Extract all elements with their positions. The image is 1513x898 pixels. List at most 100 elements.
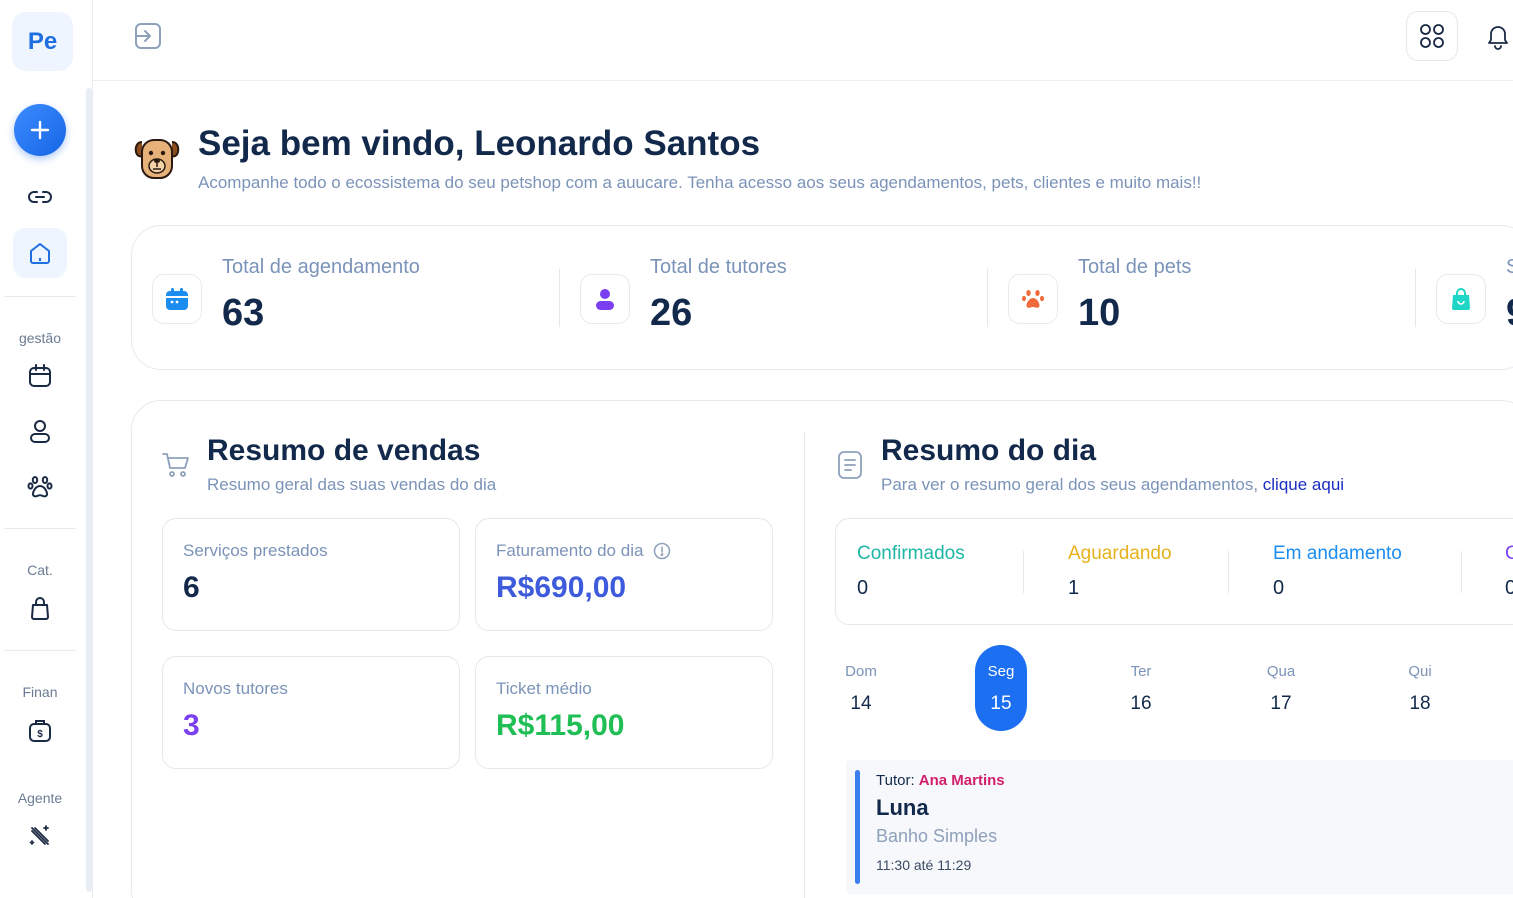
day-monday[interactable]: Seg 15	[975, 645, 1027, 731]
sidebar-item-finance[interactable]: $	[24, 714, 56, 746]
user-icon	[30, 420, 50, 443]
day-name: Ter	[1130, 663, 1152, 680]
appointment-card[interactable]: Tutor: Ana Martins Luna Banho Simples 11…	[846, 760, 1513, 894]
appointment-accent-bar	[855, 770, 860, 884]
card-label: Ticket médio	[496, 679, 592, 699]
sidebar-item-pets[interactable]	[24, 470, 56, 502]
sidebar-item-users[interactable]	[24, 415, 56, 447]
page-title: Seja bem vindo, Leonardo Santos	[198, 124, 761, 163]
collapse-sidebar-button[interactable]	[133, 20, 163, 57]
sidebar-item-home[interactable]	[13, 228, 67, 278]
card-label: Novos tutores	[183, 679, 288, 699]
card-label-text: Ticket médio	[496, 679, 592, 698]
day-tuesday[interactable]: Ter 16	[1115, 645, 1167, 731]
plus-icon	[30, 120, 50, 140]
card-label: Faturamento do dia	[496, 541, 671, 561]
notifications-button[interactable]	[1485, 22, 1511, 55]
status-divider	[1461, 551, 1462, 593]
stat-label: Total de tutores	[650, 256, 787, 278]
cart-icon	[161, 451, 191, 484]
stats-card: Total de agendamento 63 Total de tutores…	[131, 225, 1513, 370]
day-wednesday[interactable]: Qua 17	[1255, 645, 1307, 731]
appointment-service: Banho Simples	[876, 826, 998, 846]
card-novos-tutores: Novos tutores 3	[162, 656, 460, 769]
apps-button[interactable]	[1406, 11, 1458, 61]
sidebar-divider	[4, 650, 76, 651]
day-thursday[interactable]: Qui 18	[1394, 645, 1446, 731]
dia-subtitle: Para ver o resumo geral dos seus agendam…	[881, 475, 1344, 495]
stat-divider	[987, 269, 988, 327]
dia-subtitle-text: Para ver o resumo geral dos seus agendam…	[881, 475, 1259, 494]
day-number: 14	[850, 693, 872, 714]
info-icon[interactable]	[653, 542, 671, 560]
app-logo[interactable]: Pe	[12, 12, 73, 71]
sidebar-item-agent[interactable]	[24, 820, 56, 852]
card-label-text: Serviços prestados	[183, 541, 328, 560]
sidebar-divider	[4, 296, 76, 297]
money-bag-icon: $	[29, 720, 51, 742]
sidebar: Pe gestão Cat. Finan $ Agente	[0, 0, 93, 898]
login-icon	[135, 23, 161, 49]
card-faturamento: Faturamento do dia R$690,00	[475, 518, 773, 631]
status-count: 0	[1505, 577, 1513, 599]
card-servicos: Serviços prestados 6	[162, 518, 460, 631]
panel-divider	[804, 432, 805, 898]
appointment-tutor: Tutor: Ana Martins	[876, 772, 1005, 789]
sidebar-section-finan: Finan	[22, 684, 58, 700]
topbar	[93, 0, 1513, 81]
link-icon[interactable]	[24, 181, 56, 213]
apps-grid-icon	[1420, 24, 1444, 48]
day-number: 17	[1270, 693, 1292, 714]
document-icon	[836, 450, 864, 485]
page-subtitle: Acompanhe todo o ecossistema do seu pets…	[198, 173, 1202, 192]
day-name: Seg	[987, 663, 1015, 680]
status-label: Confirmados	[857, 543, 965, 564]
sidebar-divider	[4, 528, 76, 529]
sidebar-item-calendar[interactable]	[24, 360, 56, 392]
stat-value: 9	[1506, 292, 1513, 335]
calendar-icon	[152, 274, 202, 324]
sidebar-section-cat: Cat.	[27, 562, 53, 578]
dia-title: Resumo do dia	[881, 434, 1097, 467]
stat-label: Total de pets	[1078, 256, 1192, 278]
stat-value: 63	[222, 292, 265, 334]
status-card: Confirmados 0 Aguardando 1 Em andamento …	[835, 518, 1513, 625]
magic-wand-icon	[29, 825, 49, 845]
add-button[interactable]	[14, 104, 66, 156]
status-divider	[1023, 551, 1024, 593]
card-value: 3	[183, 709, 200, 742]
day-number: 16	[1130, 693, 1152, 714]
stat-divider	[1415, 269, 1416, 327]
stat-value: 26	[650, 292, 693, 334]
card-value: R$690,00	[496, 571, 627, 604]
sidebar-scrollbar[interactable]	[86, 88, 92, 892]
appointment-pet: Luna	[876, 795, 929, 820]
day-name: Qua	[1266, 663, 1296, 680]
sidebar-item-catalog[interactable]	[24, 592, 56, 624]
vendas-title: Resumo de vendas	[207, 434, 481, 467]
calendar-icon	[29, 364, 51, 387]
card-label-text: Novos tutores	[183, 679, 288, 698]
card-label-text: Faturamento do dia	[496, 541, 644, 560]
card-ticket-medio: Ticket médio R$115,00	[475, 656, 773, 769]
shopping-bag-icon	[31, 597, 49, 620]
status-label: Em andamento	[1273, 543, 1402, 564]
dog-avatar	[134, 134, 180, 182]
stat-value: 10	[1078, 292, 1121, 334]
status-count: 0	[857, 577, 869, 599]
sidebar-section-agente: Agente	[17, 790, 63, 806]
tutor-name: Ana Martins	[918, 772, 1005, 789]
status-divider	[1228, 551, 1229, 593]
card-value: 6	[183, 571, 200, 604]
card-label: Serviços prestados	[183, 541, 328, 561]
home-icon	[30, 243, 50, 264]
day-sunday[interactable]: Dom 14	[835, 645, 887, 731]
shopping-bag-icon	[1436, 274, 1486, 324]
appointment-time: 11:30 até 11:29	[876, 857, 972, 873]
summary-link[interactable]: clique aqui	[1263, 475, 1344, 494]
card-value: R$115,00	[496, 709, 625, 742]
status-count: 1	[1068, 577, 1080, 599]
status-label: C	[1505, 543, 1513, 564]
day-name: Dom	[845, 663, 877, 680]
user-icon	[580, 274, 630, 324]
